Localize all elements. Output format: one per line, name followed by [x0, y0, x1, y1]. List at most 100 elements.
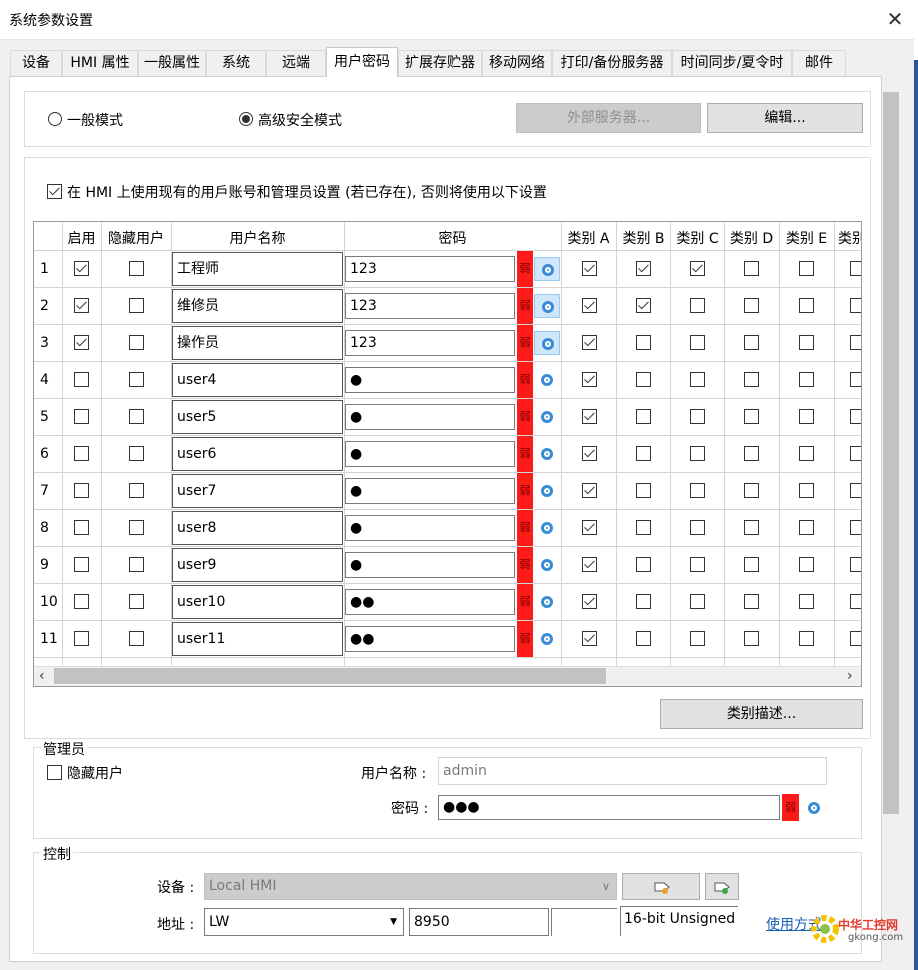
category-checkbox-5[interactable]	[850, 557, 861, 572]
show-password-eye-icon[interactable]	[534, 627, 560, 651]
category-checkbox-5[interactable]	[850, 335, 861, 350]
category-checkbox-4[interactable]	[799, 483, 814, 498]
enable-checkbox[interactable]	[74, 261, 89, 276]
tab-5[interactable]: 用户密码	[326, 47, 398, 77]
address-extra-field[interactable]	[551, 908, 617, 936]
username-input[interactable]: 操作员	[172, 326, 343, 360]
show-password-eye-icon[interactable]	[534, 553, 560, 577]
category-checkbox-3[interactable]	[744, 335, 759, 350]
category-checkbox-3[interactable]	[744, 372, 759, 387]
category-checkbox-1[interactable]	[636, 557, 651, 572]
category-checkbox-0[interactable]	[582, 483, 597, 498]
category-checkbox-4[interactable]	[799, 372, 814, 387]
hidden-user-checkbox[interactable]	[129, 335, 144, 350]
show-password-eye-icon[interactable]	[534, 294, 560, 318]
category-checkbox-5[interactable]	[850, 298, 861, 313]
username-input[interactable]: user6	[172, 437, 343, 471]
category-checkbox-2[interactable]	[690, 298, 705, 313]
admin-password-input[interactable]: ●●●	[438, 795, 780, 820]
password-input[interactable]: ●	[345, 515, 515, 541]
tab-2[interactable]: 一般属性	[138, 50, 206, 76]
category-checkbox-3[interactable]	[744, 557, 759, 572]
password-input[interactable]: 123	[345, 293, 515, 319]
category-checkbox-0[interactable]	[582, 557, 597, 572]
category-checkbox-4[interactable]	[799, 446, 814, 461]
advanced-mode-radio[interactable]	[239, 112, 253, 126]
category-checkbox-0[interactable]	[582, 409, 597, 424]
enable-checkbox[interactable]	[74, 446, 89, 461]
category-checkbox-5[interactable]	[850, 261, 861, 276]
username-input[interactable]: user11	[172, 622, 343, 656]
hidden-user-checkbox[interactable]	[129, 298, 144, 313]
show-password-eye-icon[interactable]	[534, 368, 560, 392]
external-server-button[interactable]: 外部服务器...	[516, 103, 701, 133]
show-password-eye-icon[interactable]	[534, 331, 560, 355]
password-input[interactable]: ●	[345, 552, 515, 578]
enable-checkbox[interactable]	[74, 557, 89, 572]
category-checkbox-1[interactable]	[636, 594, 651, 609]
category-checkbox-0[interactable]	[582, 594, 597, 609]
tab-9[interactable]: 时间同步/夏令时	[672, 50, 792, 76]
edit-button[interactable]: 编辑...	[707, 103, 863, 133]
category-checkbox-1[interactable]	[636, 372, 651, 387]
category-checkbox-3[interactable]	[744, 483, 759, 498]
category-checkbox-0[interactable]	[582, 335, 597, 350]
category-checkbox-4[interactable]	[799, 520, 814, 535]
category-checkbox-2[interactable]	[690, 261, 705, 276]
enable-checkbox[interactable]	[74, 298, 89, 313]
hidden-user-checkbox[interactable]	[129, 372, 144, 387]
category-checkbox-0[interactable]	[582, 298, 597, 313]
enable-checkbox[interactable]	[74, 372, 89, 387]
hidden-user-checkbox[interactable]	[129, 409, 144, 424]
hidden-user-checkbox[interactable]	[129, 631, 144, 646]
category-checkbox-4[interactable]	[799, 298, 814, 313]
username-input[interactable]: user10	[172, 585, 343, 619]
category-checkbox-2[interactable]	[690, 446, 705, 461]
password-input[interactable]: 123	[345, 256, 515, 282]
show-password-eye-icon[interactable]	[534, 590, 560, 614]
category-checkbox-3[interactable]	[744, 631, 759, 646]
category-checkbox-5[interactable]	[850, 409, 861, 424]
category-checkbox-5[interactable]	[850, 372, 861, 387]
hidden-user-checkbox[interactable]	[129, 446, 144, 461]
password-input[interactable]: ●	[345, 367, 515, 393]
admin-hidden-label[interactable]: 隐藏用户	[67, 763, 123, 783]
category-checkbox-4[interactable]	[799, 261, 814, 276]
vertical-scrollbar-thumb[interactable]	[883, 92, 899, 814]
category-checkbox-3[interactable]	[744, 594, 759, 609]
username-input[interactable]: 维修员	[172, 289, 343, 323]
category-checkbox-1[interactable]	[636, 409, 651, 424]
tab-0[interactable]: 设备	[10, 50, 62, 76]
tab-8[interactable]: 打印/备份服务器	[552, 50, 672, 76]
tab-7[interactable]: 移动网络	[482, 50, 552, 76]
category-checkbox-2[interactable]	[690, 335, 705, 350]
show-password-eye-icon[interactable]	[534, 479, 560, 503]
category-checkbox-1[interactable]	[636, 298, 651, 313]
show-password-eye-icon[interactable]	[534, 516, 560, 540]
category-checkbox-5[interactable]	[850, 520, 861, 535]
close-button[interactable]: ✕	[878, 4, 912, 34]
device-select[interactable]: Local HMI ∨	[204, 873, 617, 900]
category-checkbox-2[interactable]	[690, 409, 705, 424]
tag-pick-button[interactable]	[622, 873, 700, 900]
address-value-input[interactable]: 8950	[409, 908, 549, 936]
category-checkbox-0[interactable]	[582, 631, 597, 646]
enable-checkbox[interactable]	[74, 631, 89, 646]
hidden-user-checkbox[interactable]	[129, 520, 144, 535]
tab-6[interactable]: 扩展存贮器	[398, 50, 482, 76]
category-checkbox-0[interactable]	[582, 261, 597, 276]
admin-hidden-checkbox[interactable]	[47, 765, 62, 780]
password-input[interactable]: 123	[345, 330, 515, 356]
category-checkbox-5[interactable]	[850, 594, 861, 609]
category-checkbox-5[interactable]	[850, 446, 861, 461]
username-input[interactable]: user4	[172, 363, 343, 397]
category-checkbox-1[interactable]	[636, 631, 651, 646]
password-input[interactable]: ●	[345, 404, 515, 430]
username-input[interactable]: user7	[172, 474, 343, 508]
enable-checkbox[interactable]	[74, 520, 89, 535]
username-input[interactable]: user8	[172, 511, 343, 545]
category-checkbox-1[interactable]	[636, 446, 651, 461]
password-input[interactable]: ●	[345, 478, 515, 504]
password-input[interactable]: ●●	[345, 626, 515, 652]
category-checkbox-0[interactable]	[582, 446, 597, 461]
